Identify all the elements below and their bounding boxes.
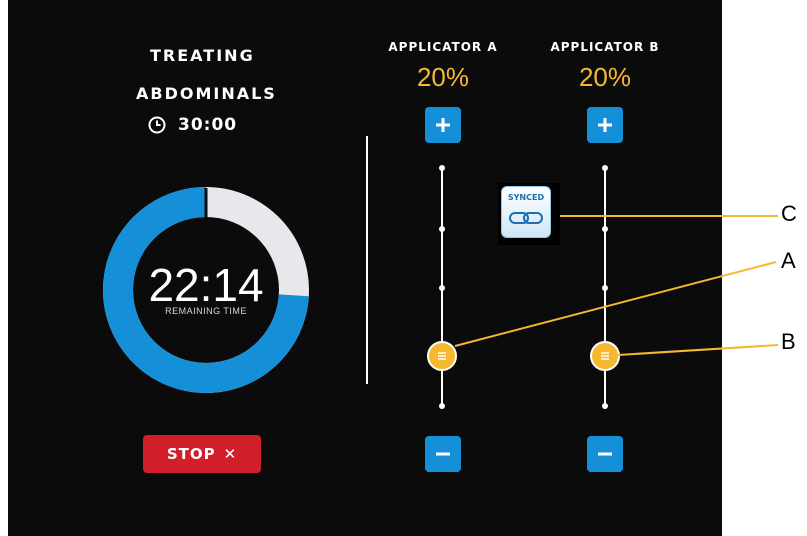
callout-c: C (781, 201, 797, 226)
callout-a: A (781, 248, 796, 273)
callout-b: B (781, 329, 796, 354)
callout-lines (454, 215, 779, 356)
